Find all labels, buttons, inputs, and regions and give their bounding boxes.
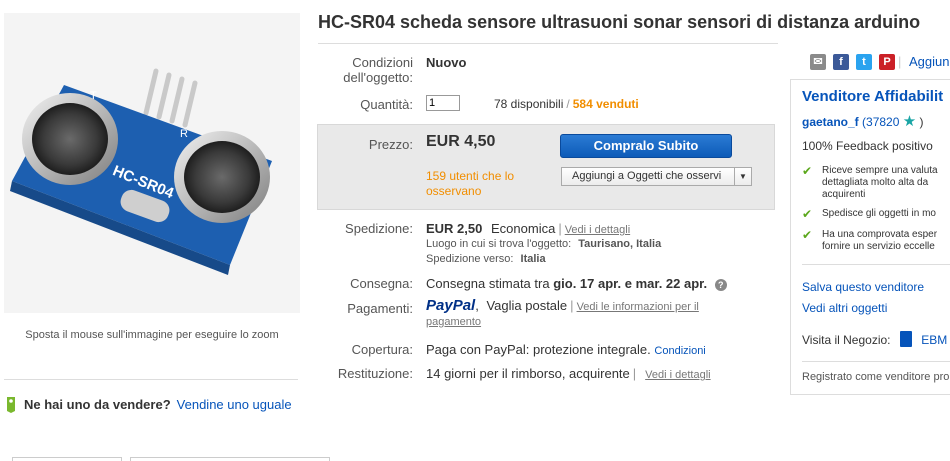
bottom-tabs [12,457,332,461]
other-items-link[interactable]: Vedi altri oggetti [802,301,887,315]
divider [4,379,298,380]
ship-to-value: Italia [520,253,546,265]
coverage-label: Copertura: [351,342,413,357]
save-seller-link[interactable]: Salva questo venditore [802,280,924,294]
shipping-label: Spedizione: [345,221,413,236]
seller-info: gaetano_f (37820 ★ ) [802,112,924,130]
zoom-hint: Sposta il mouse sull'immagine per esegui… [25,329,279,341]
divider: | [898,54,902,69]
email-icon[interactable]: ✉ [810,54,826,70]
ship-to-row: Spedizione verso: Italia [426,253,546,265]
shipping-cost: EUR 2,50 [426,221,483,236]
location-label: Luogo in cui si trova l'oggetto: [426,238,572,250]
store-icon [899,331,912,347]
divider [802,264,950,265]
divider [802,361,950,362]
store-label: Visita il Negozio: [802,333,891,347]
buy-now-button[interactable]: Compralo Subito [560,134,732,158]
shipping-row: EUR 2,50 Economica | Vedi i dettagli [426,221,631,236]
paypal-logo: PayPal [426,297,476,314]
coverage-conditions-link[interactable]: Condizioni [654,345,705,357]
ship-to-label: Spedizione verso: [426,253,514,265]
shipping-type: Economica [491,221,556,236]
seller-name-link[interactable]: gaetano_f [802,115,859,129]
add-to-list-link[interactable]: Aggiun [909,54,949,69]
star-icon: ★ [902,113,917,130]
coverage-row: Paga con PayPal: protezione integrale. C… [426,342,706,357]
sell-similar-row: Ne hai uno da vendere? Vendine uno uguale [4,395,292,413]
seller-score-close: ) [919,115,924,129]
divider [318,43,778,44]
store-link[interactable]: EBM [921,333,947,347]
facebook-icon[interactable]: f [833,54,849,70]
store-row: Visita il Negozio: EBM [802,331,947,347]
condition-label: Condizioni dell'oggetto: [343,55,413,85]
check-icon: ✔ [802,207,813,221]
page-title: HC-SR04 scheda sensore ultrasuoni sonar … [318,12,921,32]
watchers-count: 159 utenti che lo osservano [426,169,515,198]
location-row: Luogo in cui si trova l'oggetto: Taurisa… [426,238,661,250]
location-value: Taurisano, Italia [578,238,662,250]
sold-count: 584 venduti [572,97,639,111]
board-label-r: R [180,128,188,140]
check-icon: ✔ [802,164,813,178]
seller-title: Venditore Affidabilit [802,88,944,105]
price-label: Prezzo: [368,137,413,152]
payment-label: Pagamenti: [347,301,413,316]
coverage-text: Paga con PayPal: protezione integrale. [426,342,651,357]
seller-score-link[interactable]: (37820 [862,115,899,129]
seller-point-2: Spedisce gli oggetti in mo [822,208,936,219]
delivery-text: Consegna stimata tra [426,276,550,291]
board-label-t: T [90,90,97,102]
seller-point-1: Riceve sempre una valuta dettagliata mol… [822,165,938,200]
seller-point-3: Ha una comprovata esper fornire un servi… [822,229,938,252]
sell-question: Ne hai uno da vendere? [24,397,171,412]
returns-row: 14 giorni per il rimborso, acquirente | Ve… [426,366,711,381]
delivery-row: Consegna stimata tra gio. 17 apr. e mar.… [426,276,727,291]
price-value: EUR 4,50 [426,133,496,150]
returns-text: 14 giorni per il rimborso, acquirente [426,366,630,381]
payment-other: Vaglia postale [486,298,568,313]
help-icon[interactable]: ? [714,279,727,291]
condition-value: Nuovo [426,55,467,70]
watch-button-label: Aggiungi a Oggetti che osservi [572,170,722,182]
twitter-icon[interactable]: t [856,54,872,70]
chevron-down-icon[interactable]: ▼ [734,168,751,185]
payment-row: PayPal, Vaglia postale | Vedi le informazi… [426,297,699,328]
price-tag-icon [7,397,15,413]
delivery-dates: gio. 17 apr. e mar. 22 apr. [553,276,708,291]
availability: 78 disponibili/584 venduti [494,97,639,111]
shipping-details-link[interactable]: Vedi i dettagli [565,224,630,236]
pinterest-icon[interactable]: P [879,54,895,70]
delivery-label: Consegna: [350,276,413,291]
available-count: 78 disponibili [494,97,564,111]
add-to-watchlist-button[interactable]: Aggiungi a Oggetti che osservi ▼ [561,167,752,186]
quantity-input[interactable] [426,95,460,111]
registered-seller: Registrato come venditore pro [802,371,950,383]
product-image[interactable]: HC-SR04 T R [4,13,300,313]
check-icon: ✔ [802,228,813,242]
returns-label: Restituzione: [337,366,413,381]
sell-similar-link[interactable]: Vendine uno uguale [177,397,292,412]
returns-details-link[interactable]: Vedi i dettagli [645,369,710,381]
quantity-label: Quantità: [360,97,413,112]
seller-feedback: 100% Feedback positivo [802,139,933,153]
